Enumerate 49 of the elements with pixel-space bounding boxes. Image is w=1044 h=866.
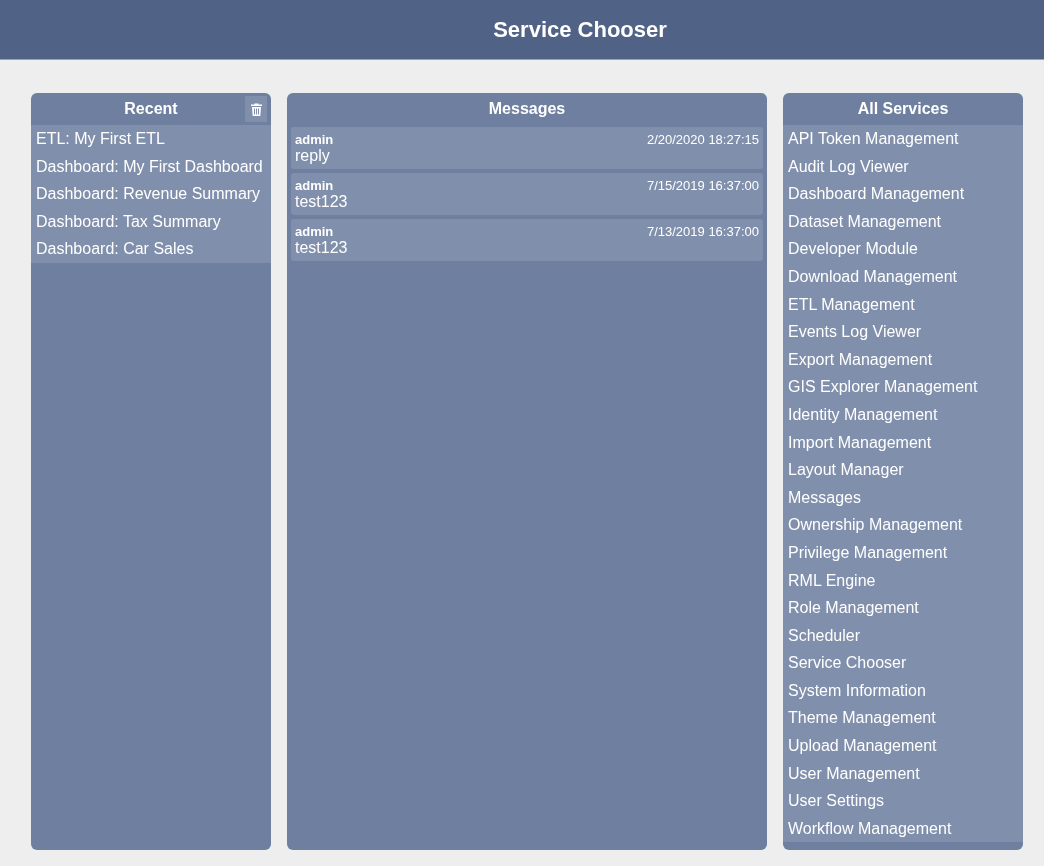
service-item[interactable]: GIS Explorer Management bbox=[783, 373, 1023, 401]
recent-item[interactable]: Dashboard: Tax Summary bbox=[31, 207, 271, 236]
service-item[interactable]: User Settings bbox=[783, 787, 1023, 815]
message-text: test123 bbox=[295, 239, 349, 257]
service-item[interactable]: Audit Log Viewer bbox=[783, 152, 1023, 181]
recent-item[interactable]: Dashboard: Revenue Summary bbox=[31, 180, 271, 208]
clear-button[interactable] bbox=[245, 96, 267, 122]
recent-item[interactable]: Dashboard: Car Sales bbox=[31, 235, 271, 263]
message-text: reply bbox=[295, 147, 331, 165]
panel-title: Messages bbox=[488, 100, 566, 118]
service-item[interactable]: Import Management bbox=[783, 428, 1023, 457]
message-author: admin bbox=[295, 224, 334, 239]
service-item[interactable]: Developer Module bbox=[783, 235, 1023, 263]
service-item[interactable]: RML Engine bbox=[783, 566, 1023, 595]
recent-item[interactable]: Dashboard: My First Dashboard bbox=[31, 152, 271, 181]
service-item[interactable]: Service Chooser bbox=[783, 649, 1023, 677]
service-item[interactable]: ETL Management bbox=[783, 290, 1023, 319]
panel-title: Recent bbox=[124, 100, 178, 118]
service-item[interactable]: Layout Manager bbox=[783, 456, 1023, 484]
message-card[interactable]: admin 7/13/2019 16:37:00 test123 bbox=[291, 219, 763, 261]
service-item[interactable]: Identity Management bbox=[783, 400, 1023, 429]
service-item[interactable]: Scheduler bbox=[783, 621, 1023, 650]
service-item[interactable]: Messages bbox=[783, 483, 1023, 512]
message-author: admin bbox=[295, 132, 334, 147]
service-item[interactable]: API Token Management bbox=[783, 125, 1023, 153]
message-time: 2/20/2020 18:27:15 bbox=[646, 132, 759, 147]
message-card[interactable]: admin 2/20/2020 18:27:15 reply bbox=[291, 127, 763, 169]
message-author: admin bbox=[295, 178, 334, 193]
service-item[interactable]: Ownership Management bbox=[783, 511, 1023, 539]
panel-title: All Services bbox=[857, 100, 949, 118]
service-item[interactable]: User Management bbox=[783, 759, 1023, 788]
service-item[interactable]: Export Management bbox=[783, 345, 1023, 374]
recent-item[interactable]: ETL: My First ETL bbox=[31, 125, 271, 153]
service-item[interactable]: Dataset Management bbox=[783, 207, 1023, 236]
service-item[interactable]: Events Log Viewer bbox=[783, 318, 1023, 346]
service-item[interactable]: Upload Management bbox=[783, 732, 1023, 760]
service-item[interactable]: System Information bbox=[783, 676, 1023, 705]
service-item[interactable]: Role Management bbox=[783, 594, 1023, 622]
service-item[interactable]: Download Management bbox=[783, 262, 1023, 291]
service-item[interactable]: Privilege Management bbox=[783, 538, 1023, 567]
trash-icon bbox=[250, 102, 262, 116]
service-item[interactable]: Theme Management bbox=[783, 704, 1023, 733]
message-card[interactable]: admin 7/15/2019 16:37:00 test123 bbox=[291, 173, 763, 215]
page-title: Service Chooser bbox=[493, 16, 667, 43]
message-time: 7/13/2019 16:37:00 bbox=[646, 224, 759, 239]
service-item[interactable]: Dashboard Management bbox=[783, 180, 1023, 208]
service-item[interactable]: Workflow Management bbox=[783, 814, 1023, 843]
message-text: test123 bbox=[295, 193, 349, 211]
message-time: 7/15/2019 16:37:00 bbox=[646, 178, 759, 193]
